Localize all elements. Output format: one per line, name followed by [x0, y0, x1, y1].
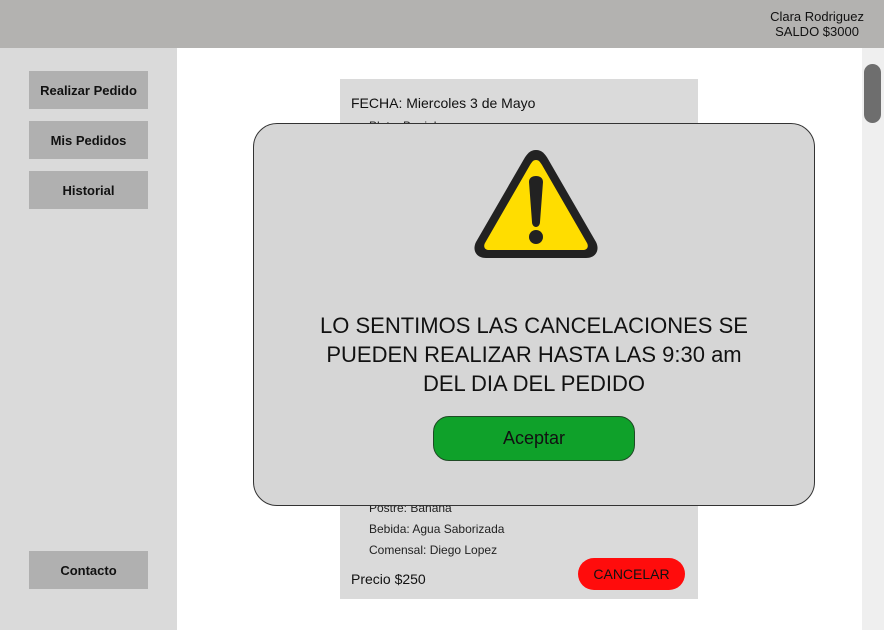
balance-label: SALDO $3000 [775, 24, 859, 39]
modal-message-line: PUEDEN REALIZAR HASTA LAS 9:30 am [326, 342, 742, 367]
modal-message-line: LO SENTIMOS LAS CANCELACIONES SE [320, 313, 748, 338]
sidebar-item-realizar-pedido[interactable]: Realizar Pedido [29, 71, 148, 109]
cancel-button[interactable]: CANCELAR [578, 558, 685, 590]
order-price: Precio $250 [351, 571, 426, 587]
sidebar-item-mis-pedidos[interactable]: Mis Pedidos [29, 121, 148, 159]
order-diner: Comensal: Diego Lopez [369, 543, 498, 557]
top-bar: Clara Rodriguez SALDO $3000 [0, 0, 884, 48]
warning-icon [474, 150, 598, 258]
modal-message: LO SENTIMOS LAS CANCELACIONES SE PUEDEN … [254, 311, 814, 398]
user-info: Clara Rodriguez SALDO $3000 [770, 9, 864, 39]
order-date: FECHA: Miercoles 3 de Mayo [351, 95, 536, 111]
order-drink: Bebida: Agua Saborizada [369, 522, 505, 536]
sidebar-item-historial[interactable]: Historial [29, 171, 148, 209]
scrollbar-thumb[interactable] [864, 64, 881, 123]
modal-message-line: DEL DIA DEL PEDIDO [422, 371, 646, 396]
scrollbar[interactable] [862, 48, 884, 630]
warning-modal: LO SENTIMOS LAS CANCELACIONES SE PUEDEN … [253, 123, 815, 506]
accept-button[interactable]: Aceptar [433, 416, 635, 461]
user-name: Clara Rodriguez [770, 9, 864, 24]
contact-button[interactable]: Contacto [29, 551, 148, 589]
sidebar: Realizar Pedido Mis Pedidos Historial Co… [0, 48, 177, 630]
